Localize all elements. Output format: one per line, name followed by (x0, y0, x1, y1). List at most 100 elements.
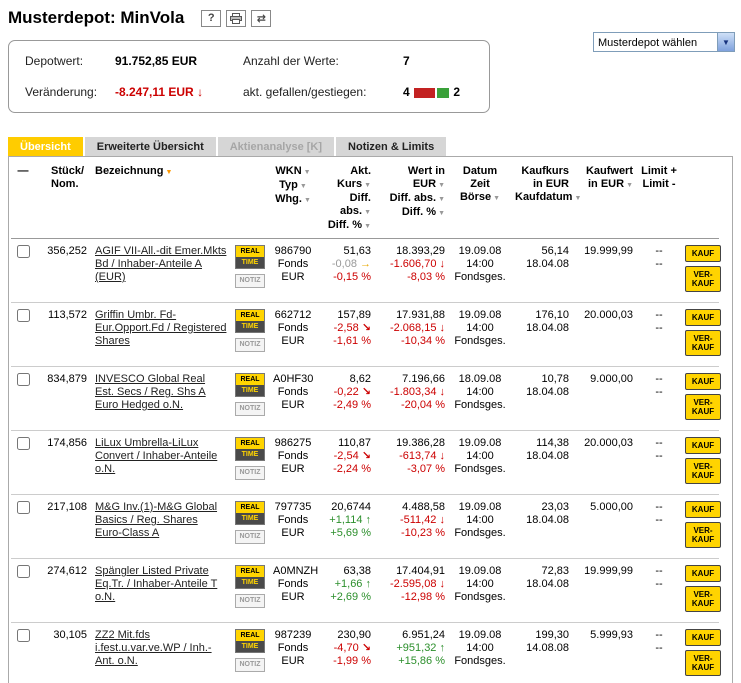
column-header-label: Limit - (643, 178, 676, 190)
row-select-checkbox[interactable] (17, 309, 30, 322)
swap-icon[interactable]: ⇄ (251, 10, 271, 27)
tab-erweiterte-uebersicht[interactable]: Erweiterte Übersicht (85, 137, 216, 156)
kauf-button[interactable]: KAUF (685, 373, 721, 390)
sort-icon[interactable]: ▼ (304, 169, 311, 176)
row-select-checkbox[interactable] (17, 245, 30, 258)
verkauf-button[interactable]: VER-KAUF (685, 394, 721, 420)
realtime-badge[interactable]: REALTIME (235, 373, 265, 397)
column-header[interactable]: Akt. Kurs▼Diff. abs.▼Diff. %▼ (317, 159, 375, 239)
sort-icon[interactable]: ▼ (493, 195, 500, 202)
row-select-checkbox[interactable] (17, 437, 30, 450)
badge-cell: REALTIME NOTIZ (231, 495, 269, 559)
summary-row-2: Veränderung: -8.247,11 EUR ↓ akt. gefall… (25, 85, 473, 99)
page-title: Musterdepot: MinVola (8, 8, 184, 28)
sort-icon[interactable]: ▼ (438, 210, 445, 217)
verkauf-button[interactable]: VER-KAUF (685, 330, 721, 356)
notiz-badge[interactable]: NOTIZ (235, 402, 265, 416)
trend-arrow-icon: ↓ (440, 578, 446, 590)
fund-name-link[interactable]: Spängler Listed Private Eq.Tr. / Inhaber… (95, 565, 217, 603)
column-header[interactable]: Wert in EUR▼Diff. abs.▼Diff. %▼ (375, 159, 449, 239)
column-header-label: Diff. % (328, 219, 362, 231)
realtime-badge[interactable]: REALTIME (235, 437, 265, 461)
depot-select[interactable]: Musterdepot wählen (594, 34, 734, 52)
column-header-label: Börse (460, 191, 491, 203)
kauf-button[interactable]: KAUF (685, 245, 721, 262)
kaufwert-cell: 5.999,93 (573, 623, 637, 683)
tab-notizen-limits[interactable]: Notizen & Limits (336, 137, 446, 156)
trend-arrow-icon: ↓ (440, 322, 446, 334)
wert-cell: 6.951,24+951,32 ↑+15,86 % (375, 623, 449, 683)
depot-select-wrap: Musterdepot wählen ▼ (593, 32, 735, 52)
wkn-cell: 986790FondsEUR (269, 239, 317, 303)
checkbox-cell (11, 495, 35, 559)
row-select-checkbox[interactable] (17, 629, 30, 642)
fund-name-link[interactable]: INVESCO Global Real Est. Secs / Reg. Shs… (95, 373, 206, 411)
badge-cell: REALTIME NOTIZ (231, 303, 269, 367)
fund-name-link[interactable]: ZZ2 Mit.fds i.fest.u.var.ve.WP / Inh.-An… (95, 629, 212, 667)
fund-name-link[interactable]: M&G Inv.(1)-M&G Global Basics / Reg. Sha… (95, 501, 217, 539)
notiz-badge[interactable]: NOTIZ (235, 466, 265, 480)
notiz-badge[interactable]: NOTIZ (235, 658, 265, 672)
notiz-badge[interactable]: NOTIZ (235, 594, 265, 608)
name-cell: Griffin Umbr. Fd-Eur.Opport.Fd / Registe… (91, 303, 231, 367)
summary-box: Depotwert: 91.752,85 EUR Anzahl der Wert… (8, 40, 490, 113)
sort-icon[interactable]: ▼ (364, 209, 371, 216)
help-icon[interactable]: ? (201, 10, 221, 27)
column-header[interactable]: Bezeichnung▼ (91, 159, 231, 239)
kauf-button[interactable]: KAUF (685, 565, 721, 582)
sort-icon[interactable]: ▼ (438, 196, 445, 203)
verkauf-button[interactable]: VER-KAUF (685, 522, 721, 548)
wert-cell: 4.488,58-511,42 ↓-10,23 % (375, 495, 449, 559)
column-header[interactable]: WKN▼Typ▼Whg.▼ (269, 159, 317, 239)
kaufwert-cell: 5.000,00 (573, 495, 637, 559)
fund-name-link[interactable]: AGIF VII-All.-dit Emer.Mkts Bd / Inhaber… (95, 245, 226, 283)
kurs-cell: 230,90-4,70 ↘-1,99 % (317, 623, 375, 683)
name-cell: INVESCO Global Real Est. Secs / Reg. Shs… (91, 367, 231, 431)
fund-name-link[interactable]: LiLux Umbrella-LiLux Convert / Inhaber-A… (95, 437, 217, 475)
notiz-badge[interactable]: NOTIZ (235, 338, 265, 352)
column-header-label: — (18, 165, 29, 177)
checkbox-cell (11, 367, 35, 431)
sort-icon[interactable]: ▼ (574, 195, 581, 202)
wkn-cell: 987239FondsEUR (269, 623, 317, 683)
kauf-button[interactable]: KAUF (685, 629, 721, 646)
verkauf-button[interactable]: VER-KAUF (685, 586, 721, 612)
notiz-badge[interactable]: NOTIZ (235, 274, 265, 288)
kauf-button[interactable]: KAUF (685, 309, 721, 326)
realtime-badge[interactable]: REALTIME (235, 629, 265, 653)
row-select-checkbox[interactable] (17, 501, 30, 514)
datum-cell: 19.09.0814:00Fondsges. (449, 239, 511, 303)
verkauf-button[interactable]: VER-KAUF (685, 650, 721, 676)
realtime-badge[interactable]: REALTIME (235, 309, 265, 333)
verkauf-button[interactable]: VER-KAUF (685, 458, 721, 484)
sort-icon[interactable]: ▼ (364, 223, 371, 230)
shares-cell: 30,105 (35, 623, 91, 683)
sort-icon[interactable]: ▼ (300, 183, 307, 190)
tab-uebersicht[interactable]: Übersicht (8, 137, 83, 156)
column-header[interactable]: Kaufkursin EURKaufdatum▼ (511, 159, 573, 239)
sort-icon[interactable]: ▼ (438, 182, 445, 189)
kauf-button[interactable]: KAUF (685, 437, 721, 454)
verkauf-button[interactable]: VER-KAUF (685, 266, 721, 292)
print-icon[interactable] (226, 10, 246, 27)
wkn-cell: A0HF30FondsEUR (269, 367, 317, 431)
row-select-checkbox[interactable] (17, 373, 30, 386)
realtime-badge[interactable]: REALTIME (235, 565, 265, 589)
column-header[interactable]: DatumZeitBörse▼ (449, 159, 511, 239)
sort-icon[interactable]: ▼ (626, 182, 633, 189)
column-header-label: Limit + (641, 165, 677, 177)
column-header[interactable]: Kaufwertin EUR▼ (573, 159, 637, 239)
kaufkurs-cell: 56,1418.04.08 (511, 239, 573, 303)
datum-cell: 18.09.0814:00Fondsges. (449, 367, 511, 431)
realtime-badge[interactable]: REALTIME (235, 245, 265, 269)
notiz-badge[interactable]: NOTIZ (235, 530, 265, 544)
sort-icon[interactable]: ▼ (165, 169, 172, 176)
kauf-button[interactable]: KAUF (685, 501, 721, 518)
sort-icon[interactable]: ▼ (364, 182, 371, 189)
shares-cell: 113,572 (35, 303, 91, 367)
kaufkurs-cell: 114,3818.04.08 (511, 431, 573, 495)
sort-icon[interactable]: ▼ (304, 197, 311, 204)
fund-name-link[interactable]: Griffin Umbr. Fd-Eur.Opport.Fd / Registe… (95, 309, 226, 347)
row-select-checkbox[interactable] (17, 565, 30, 578)
realtime-badge[interactable]: REALTIME (235, 501, 265, 525)
